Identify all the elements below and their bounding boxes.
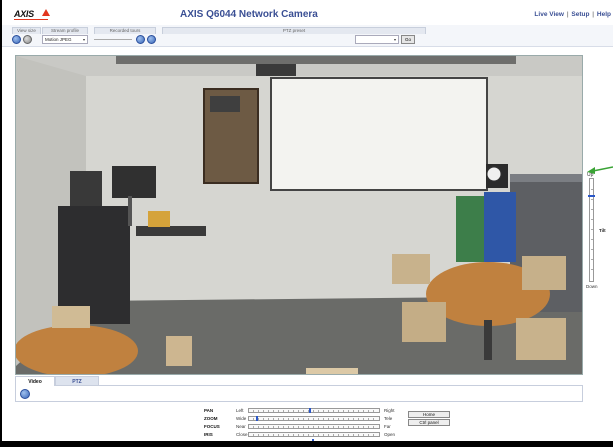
recorded-tours-body [94,34,156,45]
green-arrow-icon [587,166,613,174]
focus-label: FOCUS [204,424,220,429]
tour-selector[interactable] [94,39,132,40]
focus-slider[interactable] [248,424,380,429]
view-size-small-icon[interactable] [23,35,32,44]
zoom-slider[interactable] [248,416,380,421]
view-size-group: View size [12,27,41,45]
nav-live-view[interactable]: Live View [534,11,564,18]
tilt-tick [591,259,593,260]
view-size-full-icon[interactable] [12,35,21,44]
tilt-tick [591,189,593,190]
zoom-high-label: Tele [384,416,393,421]
go-button[interactable]: Go [401,35,416,44]
stream-profile-group: Stream profile Motion JPEG ▾ [42,27,88,45]
tilt-tick [591,229,593,230]
stream-profile-value: Motion JPEG [45,37,72,42]
chevron-down-icon: ▾ [393,37,396,42]
video-stream[interactable] [15,55,583,375]
tilt-tick [591,269,593,270]
ptz-preset-group: PTZ preset ▾ Go [162,27,426,45]
tilt-slider[interactable] [589,178,594,282]
nav-separator: | [566,11,569,18]
focus-low-label: Near [236,424,246,429]
stream-profile-select[interactable]: Motion JPEG ▾ [42,35,88,44]
tilt-tick [591,199,593,200]
window-edge-bottom [0,441,613,447]
tilt-label: Tilt [599,228,606,233]
recorded-tours-group: Recorded tours [94,27,156,45]
tilt-tick [591,249,593,250]
zoom-low-label: Wide [236,416,247,421]
pan-high-label: Right [384,408,395,413]
stop-tour-icon[interactable] [147,35,156,44]
slider-ticks [253,410,375,412]
chevron-down-icon: ▾ [82,37,85,42]
slider-ticks [253,434,375,436]
view-size-label: View size [12,27,41,34]
ptz-preset-label: PTZ preset [162,27,426,34]
view-size-buttons [12,34,41,45]
pan-low-label: Left [236,408,244,413]
tab-video[interactable]: Video [15,376,55,386]
snapshot-icon[interactable] [20,389,30,399]
ptz-preset-body: ▾ Go [162,34,426,45]
iris-slider[interactable] [248,432,380,437]
play-tour-icon[interactable] [136,35,145,44]
axis-logo-triangle [42,9,50,16]
iris-low-label: Close [236,432,248,437]
axis-logo[interactable]: AXIS [14,9,34,19]
page-title: AXIS Q6044 Network Camera [180,9,318,20]
recorded-tours-label: Recorded tours [94,27,156,34]
iris-label: IRIS [204,432,213,437]
tilt-down-label: Down [586,284,598,289]
pan-slider-handle[interactable] [309,408,311,413]
pan-slider[interactable] [248,408,380,413]
tilt-slider-handle[interactable] [588,195,595,197]
tilt-tick [591,239,593,240]
ptz-preset-select[interactable]: ▾ [355,35,399,44]
tilt-control: Up Tilt Down [585,172,613,292]
control-tabs: Video PTZ [15,376,583,386]
stream-profile-body: Motion JPEG ▾ [42,34,88,45]
browser-frame: AXIS AXIS Q6044 Network Camera Live View… [0,0,613,447]
stream-profile-label: Stream profile [42,27,88,34]
camera-image [16,56,582,374]
nav-setup[interactable]: Setup [571,11,589,18]
ctrl-panel-button[interactable]: Ctrl panel [408,419,450,426]
pan-label: PAN [204,408,214,413]
tab-ptz[interactable]: PTZ [55,376,99,386]
zoom-slider-handle[interactable] [256,416,258,421]
home-button[interactable]: Home [408,411,450,418]
focus-high-label: Far [384,424,391,429]
top-nav: Live View | Setup | Help [534,11,611,18]
slider-ticks [253,426,375,428]
iris-high-label: Open [384,432,396,437]
slider-ticks [253,418,375,420]
nav-help[interactable]: Help [597,11,611,18]
nav-separator: | [592,11,595,18]
video-tab-panel [15,386,583,402]
zoom-label: ZOOM [204,416,218,421]
tilt-tick [591,219,593,220]
axis-logo-underline [14,19,48,20]
window-edge [0,0,2,447]
live-view-toolbar: View size Stream profile Motion JPEG ▾ R… [2,25,613,47]
tilt-tick [591,209,593,210]
header: AXIS AXIS Q6044 Network Camera Live View… [2,0,613,25]
